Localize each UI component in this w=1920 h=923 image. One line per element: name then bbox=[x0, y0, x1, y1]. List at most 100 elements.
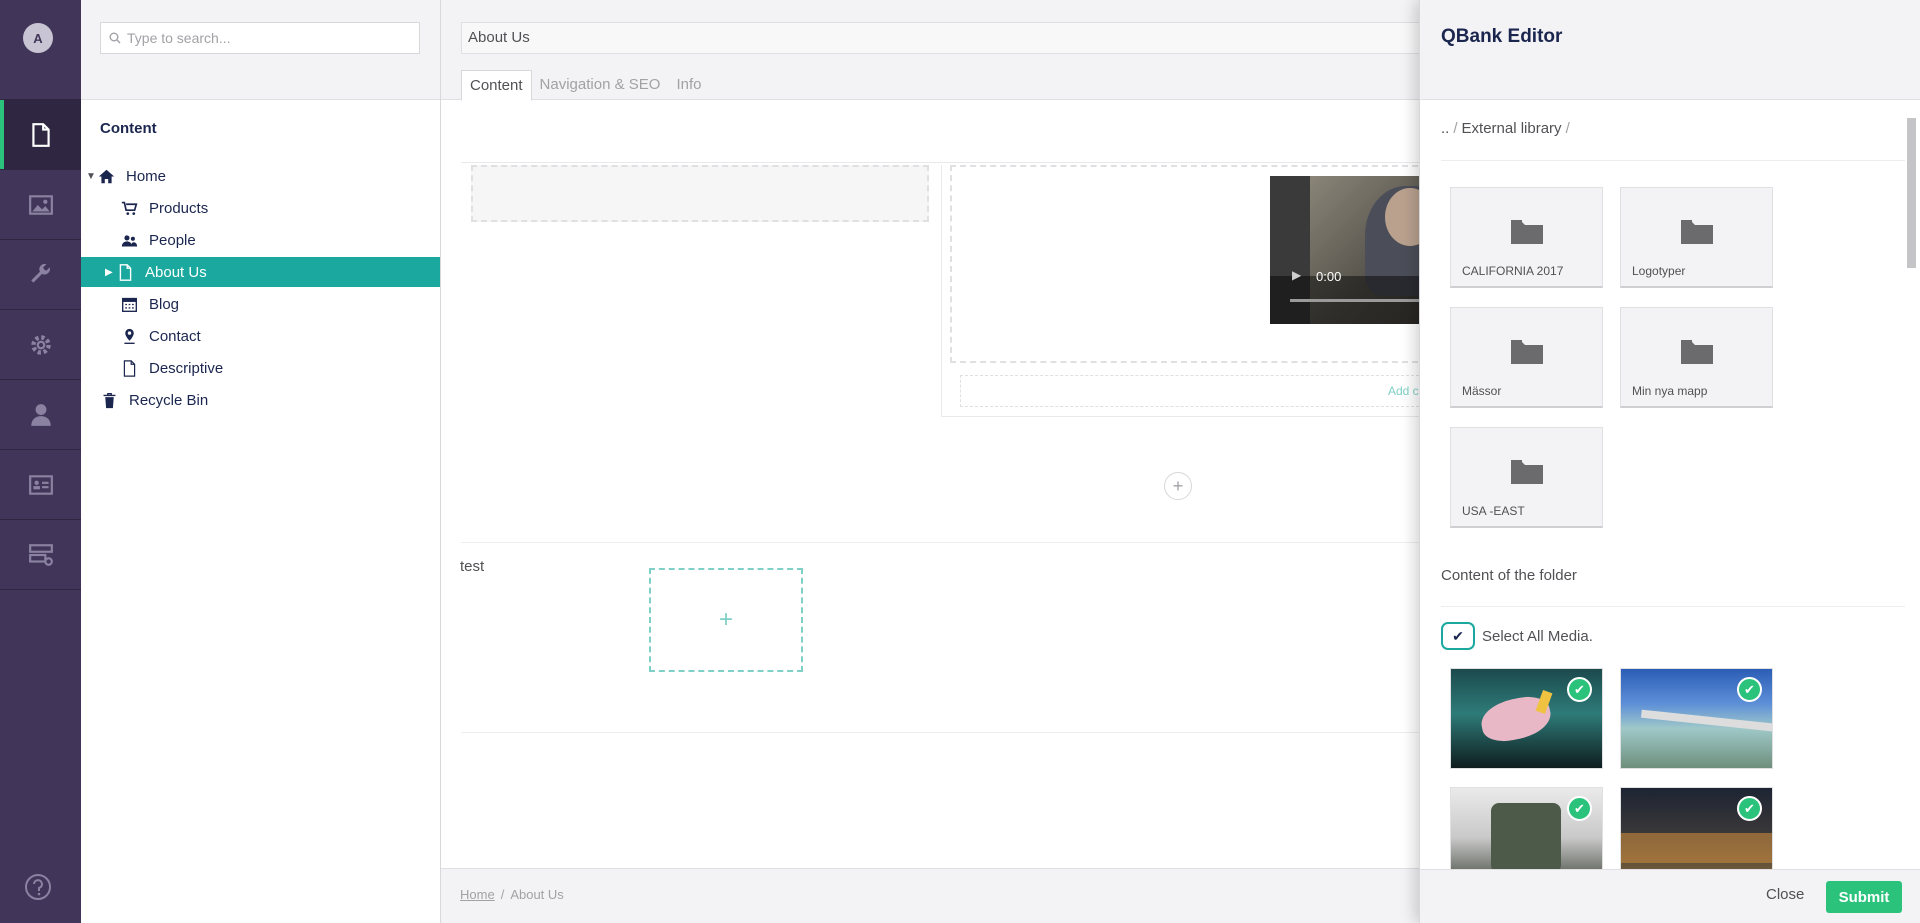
tree-item-home[interactable]: ▼ Home bbox=[81, 161, 440, 191]
tree-item-descriptive[interactable]: Descriptive bbox=[81, 353, 440, 383]
user-icon bbox=[30, 403, 51, 426]
scrollbar-thumb[interactable] bbox=[1907, 118, 1916, 268]
tree-item-products[interactable]: Products bbox=[81, 193, 440, 223]
dialog-title: QBank Editor bbox=[1441, 26, 1563, 47]
folder-tile[interactable]: Mässor bbox=[1450, 307, 1603, 408]
breadcrumb-up-link[interactable]: .. bbox=[1441, 120, 1449, 137]
rail-header: A bbox=[0, 0, 81, 100]
breadcrumb: Home / About Us bbox=[460, 887, 564, 902]
dialog-body: .. / External library / CALIFORNIA 2017 Log… bbox=[1420, 100, 1920, 869]
document-icon bbox=[119, 358, 139, 378]
caret-right-icon[interactable]: ▶ bbox=[105, 267, 115, 278]
play-icon[interactable]: ▶ bbox=[1292, 268, 1301, 282]
tree-item-label: Blog bbox=[149, 295, 180, 313]
section-members[interactable] bbox=[0, 450, 81, 520]
tab-info[interactable]: Info bbox=[668, 70, 709, 101]
section-settings[interactable] bbox=[0, 240, 81, 310]
folder-icon bbox=[1511, 340, 1543, 364]
dialog-footer: Close Submit bbox=[1420, 869, 1920, 923]
breadcrumb-separator: / bbox=[1453, 120, 1458, 137]
media-tile[interactable]: ✔ bbox=[1450, 668, 1603, 769]
wrench-icon bbox=[30, 263, 50, 283]
tab-navigation-seo[interactable]: Navigation & SEO bbox=[532, 70, 669, 101]
submit-button[interactable]: Submit bbox=[1826, 881, 1902, 913]
breadcrumb-separator: / bbox=[1565, 120, 1570, 137]
grid-cell-empty[interactable] bbox=[471, 165, 929, 222]
select-all-control[interactable]: ✔ Select All Media. bbox=[1441, 622, 1593, 650]
content-tree-panel: Content ▼ Home Products People ▶ About U… bbox=[81, 0, 441, 923]
tree-item-contact[interactable]: Contact bbox=[81, 321, 440, 351]
selected-check-icon[interactable]: ✔ bbox=[1737, 677, 1762, 702]
tab-content[interactable]: Content bbox=[461, 70, 532, 101]
section-rail: A bbox=[0, 0, 81, 923]
qbank-editor-dialog: QBank Editor .. / External library / CALIFO… bbox=[1419, 0, 1920, 923]
close-button[interactable]: Close bbox=[1766, 886, 1804, 903]
tree-item-label: Descriptive bbox=[149, 359, 224, 377]
folder-name: Mässor bbox=[1462, 384, 1502, 398]
cart-icon bbox=[119, 198, 139, 218]
avatar[interactable]: A bbox=[23, 23, 53, 53]
check-icon: ✔ bbox=[1452, 627, 1464, 644]
tree-header bbox=[81, 0, 440, 100]
search-input[interactable] bbox=[127, 30, 407, 46]
tree-item-label: Home bbox=[126, 167, 167, 185]
media-tile[interactable]: ✔ bbox=[1620, 787, 1773, 869]
row-label: test bbox=[460, 558, 485, 575]
folder-name: Min nya mapp bbox=[1632, 384, 1708, 398]
tree-item-about-us[interactable]: ▶ About Us bbox=[81, 257, 440, 287]
section-forms[interactable] bbox=[0, 520, 81, 590]
tree-item-label: Contact bbox=[149, 327, 201, 345]
search-box[interactable] bbox=[100, 22, 420, 54]
editor-tabs: Content Navigation & SEO Info bbox=[461, 70, 709, 101]
media-thumbnail bbox=[1621, 833, 1772, 863]
media-tile[interactable]: ✔ bbox=[1450, 787, 1603, 869]
folder-icon bbox=[1681, 220, 1713, 244]
selected-check-icon[interactable]: ✔ bbox=[1567, 796, 1592, 821]
section-content[interactable] bbox=[0, 100, 81, 170]
media-tile[interactable]: ✔ bbox=[1620, 668, 1773, 769]
breadcrumb-home-link[interactable]: Home bbox=[460, 887, 495, 902]
tree-item-label: Recycle Bin bbox=[129, 391, 209, 409]
tree-item-label: Products bbox=[149, 199, 209, 217]
media-thumbnail bbox=[1640, 709, 1772, 733]
selected-check-icon[interactable]: ✔ bbox=[1737, 796, 1762, 821]
section-users[interactable] bbox=[0, 380, 81, 450]
help-icon[interactable] bbox=[24, 873, 52, 901]
folder-icon bbox=[1681, 340, 1713, 364]
tree-item-blog[interactable]: Blog bbox=[81, 289, 440, 319]
folder-tile[interactable]: Logotyper bbox=[1620, 187, 1773, 288]
media-thumbnail bbox=[1491, 803, 1561, 869]
search-icon bbox=[109, 32, 121, 44]
tree-item-recycle-bin[interactable]: Recycle Bin bbox=[81, 385, 440, 415]
folder-tile[interactable]: USA -EAST bbox=[1450, 427, 1603, 528]
image-icon bbox=[28, 194, 53, 215]
video-time: 0:00 bbox=[1316, 269, 1342, 284]
folder-name: CALIFORNIA 2017 bbox=[1462, 264, 1564, 278]
map-pin-icon bbox=[119, 326, 139, 346]
tree-item-label: People bbox=[149, 231, 196, 249]
section-packages[interactable] bbox=[0, 310, 81, 380]
folder-name: USA -EAST bbox=[1462, 504, 1525, 518]
select-all-label: Select All Media. bbox=[1482, 627, 1593, 645]
breadcrumb-separator: / bbox=[500, 887, 505, 902]
tree-item-people[interactable]: People bbox=[81, 225, 440, 255]
folder-tile[interactable]: CALIFORNIA 2017 bbox=[1450, 187, 1603, 288]
breadcrumb-folder-link[interactable]: External library bbox=[1462, 120, 1562, 137]
breadcrumb-current: About Us bbox=[510, 887, 564, 902]
calendar-icon bbox=[119, 294, 139, 314]
add-item-button[interactable]: + bbox=[649, 568, 803, 672]
select-all-checkbox[interactable]: ✔ bbox=[1441, 622, 1475, 650]
tree-title: Content bbox=[100, 120, 157, 137]
people-icon bbox=[119, 230, 139, 250]
gear-icon bbox=[30, 334, 51, 355]
add-row-button[interactable]: + bbox=[1164, 472, 1192, 500]
folder-icon bbox=[1511, 220, 1543, 244]
folder-name: Logotyper bbox=[1632, 264, 1686, 278]
selected-check-icon[interactable]: ✔ bbox=[1567, 677, 1592, 702]
section-media[interactable] bbox=[0, 170, 81, 240]
forms-icon bbox=[28, 543, 53, 566]
folder-tile[interactable]: Min nya mapp bbox=[1620, 307, 1773, 408]
divider bbox=[1441, 606, 1905, 607]
trash-icon bbox=[99, 390, 119, 410]
caret-down-icon[interactable]: ▼ bbox=[86, 171, 96, 182]
